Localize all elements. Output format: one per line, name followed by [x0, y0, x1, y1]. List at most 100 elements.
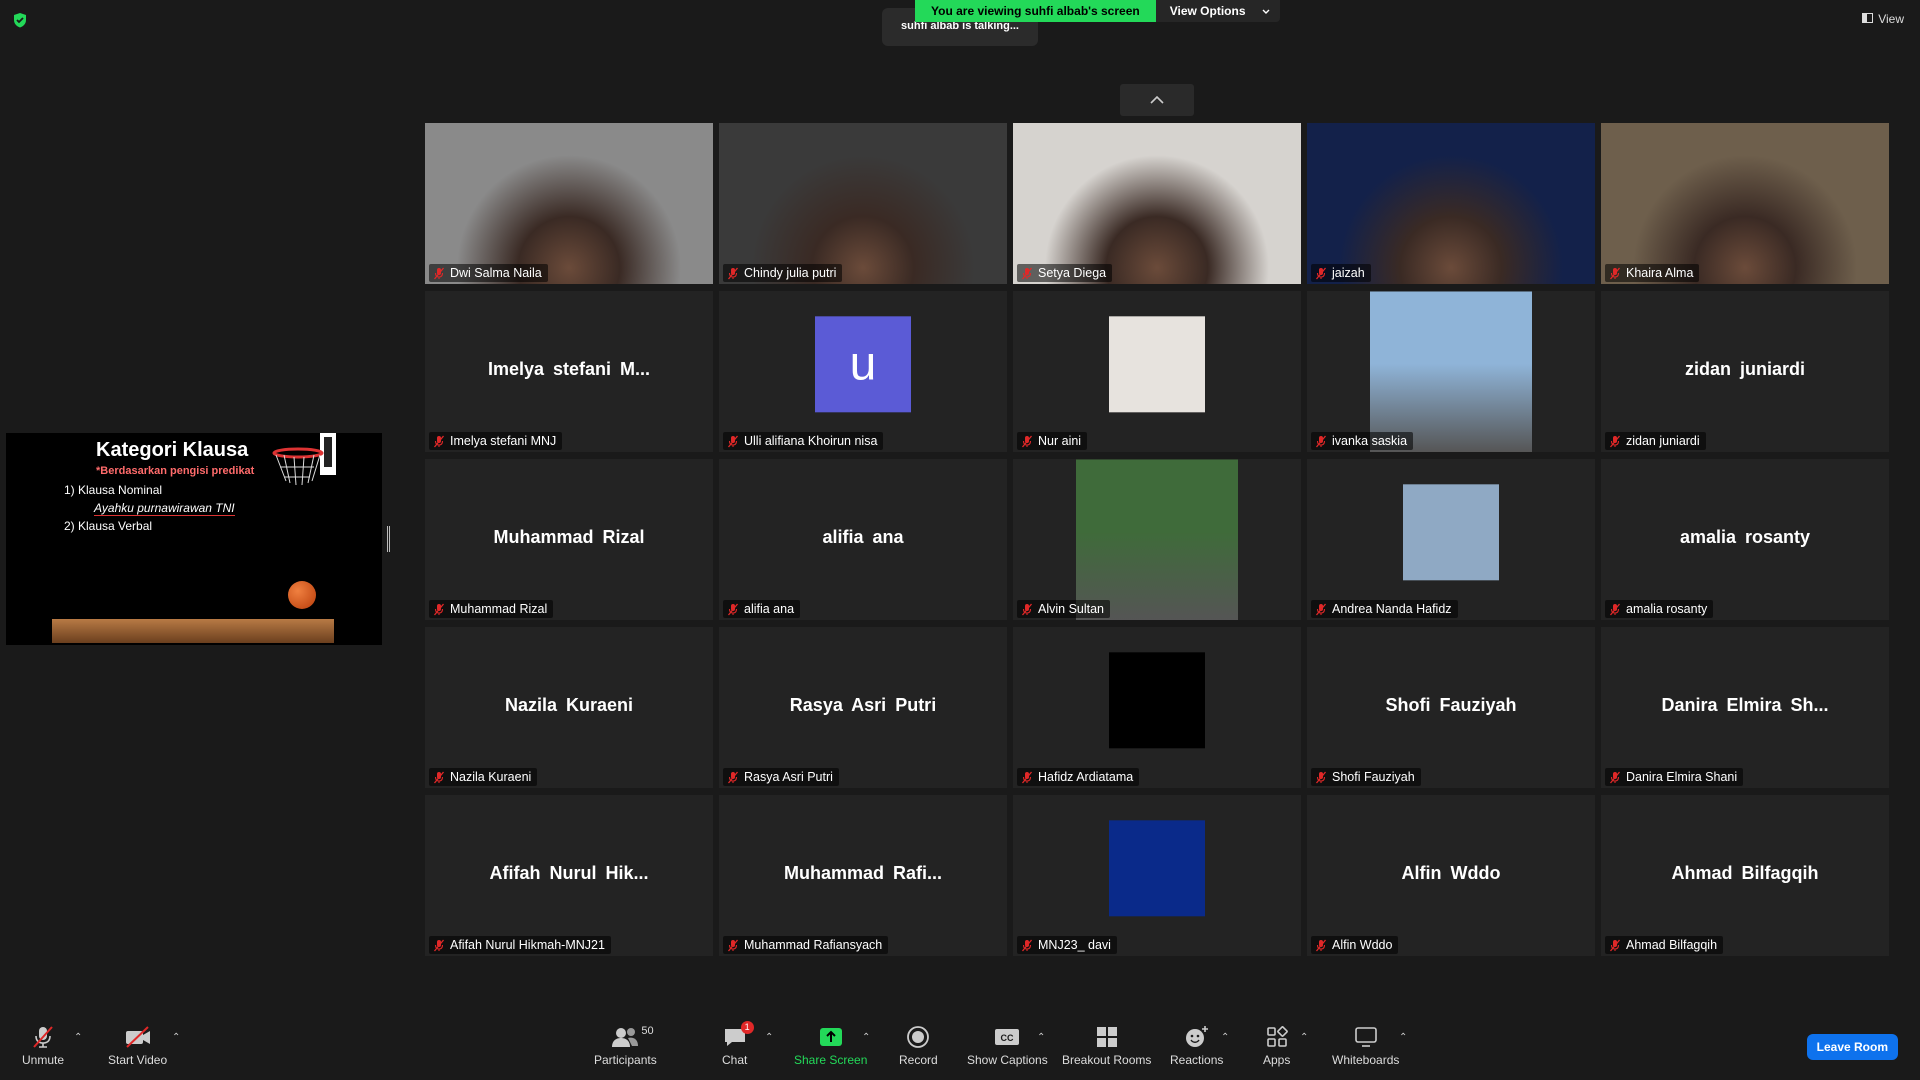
mic-muted-icon [1315, 435, 1327, 448]
participant-tile[interactable]: alifia ana alifia ana [719, 459, 1007, 620]
mic-muted-icon [433, 939, 445, 952]
participant-tile[interactable]: zidan juniardi zidan juniardi [1601, 291, 1889, 452]
participant-tile[interactable]: Shofi Fauziyah Shofi Fauziyah [1307, 627, 1595, 788]
mic-muted-icon [727, 267, 739, 280]
record-label: Record [899, 1053, 938, 1067]
participant-tile[interactable]: Ahmad Bilfagqih Ahmad Bilfagqih [1601, 795, 1889, 956]
participant-tile[interactable]: Hafidz Ardiatama [1013, 627, 1301, 788]
participant-name: Setya Diega [1038, 266, 1107, 280]
participant-tile[interactable]: Muhammad Rafi... Muhammad Rafiansyach [719, 795, 1007, 956]
participant-name: Andrea Nanda Hafidz [1332, 602, 1452, 616]
participant-name-label: Afifah Nurul Hikmah-MNJ21 [429, 936, 611, 954]
participant-tile[interactable]: MNJ23_ davi [1013, 795, 1301, 956]
captions-options-caret-icon[interactable]: ⌃ [1037, 1032, 1045, 1043]
start-video-label: Start Video [108, 1053, 168, 1067]
whiteboards-button[interactable]: Whiteboards [1332, 1024, 1399, 1067]
participant-name-label: Muhammad Rizal [429, 600, 554, 618]
view-options-button[interactable]: View Options [1155, 0, 1280, 22]
participant-tile[interactable]: Alvin Sultan [1013, 459, 1301, 620]
participant-name: Chindy julia putri [744, 266, 837, 280]
participant-display-name: Alfin Wddo [1401, 862, 1501, 883]
participant-count: 50 [641, 1025, 654, 1037]
leave-room-button[interactable]: Leave Room [1806, 1034, 1898, 1060]
participant-tile[interactable]: Chindy julia putri [719, 123, 1007, 284]
start-video-button[interactable]: Start Video [108, 1024, 167, 1067]
participant-name: Alvin Sultan [1038, 602, 1105, 616]
unmute-button[interactable]: Unmute [22, 1024, 64, 1067]
mic-muted-icon [1609, 771, 1621, 784]
panel-resize-handle[interactable] [387, 526, 390, 552]
participant-tile[interactable]: Imelya stefani M... Imelya stefani MNJ [425, 291, 713, 452]
participant-tile[interactable]: Danira Elmira Sh... Danira Elmira Shani [1601, 627, 1889, 788]
participant-tile[interactable]: Muhammad Rizal Muhammad Rizal [425, 459, 713, 620]
mic-muted-icon [1609, 435, 1621, 448]
participant-display-name: alifia ana [822, 526, 904, 547]
participants-button[interactable]: 50 Participants [594, 1024, 657, 1067]
chat-options-caret-icon[interactable]: ⌃ [765, 1032, 773, 1043]
collapse-gallery-button[interactable] [1120, 84, 1194, 116]
slide-item-2: 2) Klausa Verbal [64, 519, 153, 533]
participant-tile[interactable]: Nur aini [1013, 291, 1301, 452]
participant-avatar: u [815, 315, 911, 412]
audio-options-caret-icon[interactable]: ⌃ [74, 1032, 82, 1043]
grid-view-icon [1862, 12, 1874, 26]
breakout-rooms-button[interactable]: Breakout Rooms [1062, 1024, 1151, 1067]
smiley-add-icon [1184, 1024, 1210, 1050]
participant-tile[interactable]: Setya Diega [1013, 123, 1301, 284]
participant-name-label: Andrea Nanda Hafidz [1311, 600, 1458, 618]
participant-display-name: Afifah Nurul Hik... [489, 862, 649, 883]
participant-display-name: Ahmad Bilfagqih [1671, 862, 1819, 883]
participant-profile-photo [1370, 291, 1532, 452]
participant-name-label: Khaira Alma [1605, 264, 1700, 282]
chevron-down-icon [1262, 0, 1270, 22]
share-options-caret-icon[interactable]: ⌃ [862, 1032, 870, 1043]
participant-tile[interactable]: Nazila Kuraeni Nazila Kuraeni [425, 627, 713, 788]
chat-unread-badge: 1 [740, 1021, 754, 1034]
participant-name: Imelya stefani MNJ [450, 434, 557, 448]
mic-muted-icon [433, 435, 445, 448]
share-screen-button[interactable]: Share Screen [794, 1024, 867, 1067]
reactions-button[interactable]: Reactions [1170, 1024, 1223, 1067]
participant-name-label: Danira Elmira Shani [1605, 768, 1744, 786]
record-button[interactable]: Record [899, 1024, 938, 1067]
participant-name-label: Nazila Kuraeni [429, 768, 538, 786]
whiteboards-options-caret-icon[interactable]: ⌃ [1399, 1032, 1407, 1043]
apps-button[interactable]: Apps [1263, 1024, 1290, 1067]
view-layout-button[interactable]: View [1862, 12, 1904, 26]
participant-name-label: Muhammad Rafiansyach [723, 936, 889, 954]
chat-button[interactable]: 1 Chat [722, 1021, 754, 1067]
participant-tile[interactable]: amalia rosanty amalia rosanty [1601, 459, 1889, 620]
participant-name-label: Chindy julia putri [723, 264, 843, 282]
mic-muted-icon [727, 771, 739, 784]
participant-tile[interactable]: jaizah [1307, 123, 1595, 284]
mic-muted-icon [727, 435, 739, 448]
participant-name-label: Ulli alifiana Khoirun nisa [723, 432, 884, 450]
participant-display-name: Rasya Asri Putri [789, 694, 937, 715]
participant-tile[interactable]: Rasya Asri Putri Rasya Asri Putri [719, 627, 1007, 788]
mic-muted-icon [1315, 939, 1327, 952]
mic-muted-icon [1315, 267, 1327, 280]
participant-name-label: Hafidz Ardiatama [1017, 768, 1140, 786]
participant-tile[interactable]: Andrea Nanda Hafidz [1307, 459, 1595, 620]
participant-tile[interactable]: Khaira Alma [1601, 123, 1889, 284]
participant-tile[interactable]: Alfin Wddo Alfin Wddo [1307, 795, 1595, 956]
video-options-caret-icon[interactable]: ⌃ [172, 1032, 180, 1043]
participant-name-label: Rasya Asri Putri [723, 768, 839, 786]
apps-options-caret-icon[interactable]: ⌃ [1300, 1032, 1308, 1043]
participant-tile[interactable]: ivanka saskia [1307, 291, 1595, 452]
participant-name: Danira Elmira Shani [1626, 770, 1738, 784]
svg-text:CC: CC [1001, 1033, 1014, 1043]
security-shield-icon[interactable] [12, 12, 28, 28]
participant-tile[interactable]: u Ulli alifiana Khoirun nisa [719, 291, 1007, 452]
show-captions-button[interactable]: CC Show Captions [967, 1024, 1048, 1067]
shared-screen-view[interactable]: Kategori Klausa *Berdasarkan pengisi pre… [6, 433, 382, 645]
mic-muted-icon [1609, 603, 1621, 616]
participant-name: Hafidz Ardiatama [1038, 770, 1134, 784]
participant-tile[interactable]: Afifah Nurul Hik... Afifah Nurul Hikmah-M… [425, 795, 713, 956]
participant-tile[interactable]: Dwi Salma Naila [425, 123, 713, 284]
video-off-icon [123, 1024, 153, 1050]
reactions-options-caret-icon[interactable]: ⌃ [1221, 1032, 1229, 1043]
mic-off-icon [30, 1024, 56, 1050]
mic-muted-icon [1021, 435, 1033, 448]
participant-name: Muhammad Rafiansyach [744, 938, 883, 952]
